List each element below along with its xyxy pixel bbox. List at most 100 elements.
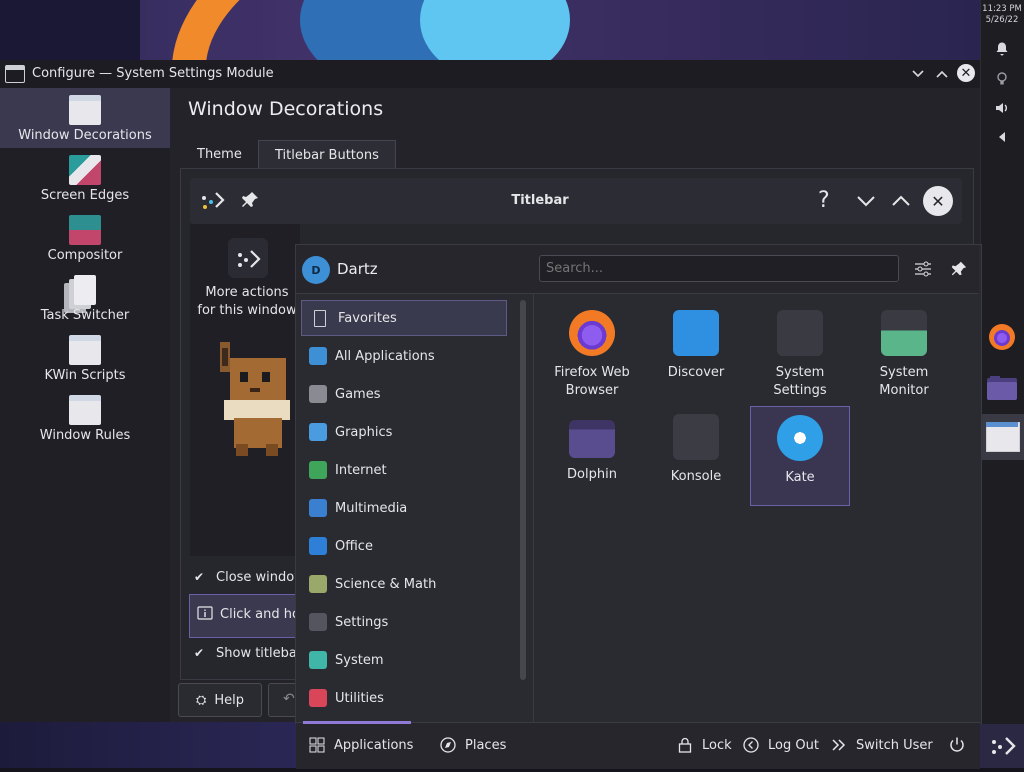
lightbulb-icon[interactable] bbox=[990, 67, 1014, 91]
sidebar-item-window-decorations[interactable]: Window Decorations bbox=[0, 88, 170, 148]
app-firefox-web-browser[interactable]: Firefox Web Browser bbox=[542, 302, 642, 402]
app-dolphin[interactable]: Dolphin bbox=[542, 406, 642, 506]
help-question-icon[interactable]: ? bbox=[818, 188, 842, 214]
preview-close-icon[interactable]: ✕ bbox=[923, 186, 953, 216]
category-internet[interactable]: Internet bbox=[301, 452, 507, 488]
logout-button[interactable]: Log Out bbox=[742, 732, 819, 758]
user-name: Dartz bbox=[337, 260, 378, 278]
more-actions-label: More actions for this window bbox=[197, 285, 297, 318]
lock-label: Lock bbox=[702, 737, 732, 753]
category-label: Office bbox=[335, 538, 373, 554]
system-monitor-icon bbox=[881, 310, 927, 356]
lock-button[interactable]: Lock bbox=[676, 732, 732, 758]
check-label: Close window bbox=[216, 569, 305, 585]
category-label: Utilities bbox=[335, 690, 384, 706]
category-label: Graphics bbox=[335, 424, 393, 440]
category-label: Science & Math bbox=[335, 576, 437, 592]
tab-places[interactable]: Places bbox=[439, 732, 506, 758]
app-label: System Monitor bbox=[879, 365, 929, 398]
desktop-wallpaper-bottom bbox=[0, 722, 300, 768]
sidebar-item-label: Screen Edges bbox=[40, 188, 130, 203]
app-system-monitor[interactable]: System Monitor bbox=[854, 302, 954, 402]
category-label: Games bbox=[335, 386, 381, 402]
sidebar-item-screen-edges[interactable]: Screen Edges bbox=[0, 148, 170, 208]
preview-maximize-icon[interactable] bbox=[890, 192, 912, 212]
kwin-scripts-icon bbox=[69, 335, 101, 365]
taskbar-system-settings[interactable] bbox=[980, 414, 1024, 460]
preview-minimize-icon[interactable] bbox=[855, 192, 877, 212]
clock[interactable]: 11:23 PM 5/26/22 bbox=[982, 4, 1022, 26]
power-icon bbox=[948, 736, 966, 754]
more-actions-icon[interactable] bbox=[228, 238, 268, 278]
tab-label: Applications bbox=[334, 737, 414, 753]
bell-icon[interactable] bbox=[990, 37, 1014, 61]
check-show-titlebar[interactable]: ✔ Show titlebar bbox=[194, 642, 302, 664]
tab-theme[interactable]: Theme bbox=[181, 140, 258, 168]
discover-icon bbox=[673, 310, 719, 356]
avatar[interactable]: D bbox=[302, 256, 330, 284]
category-favorites[interactable]: Favorites bbox=[301, 300, 507, 336]
sidebar-item-label: Window Rules bbox=[39, 428, 131, 443]
sidebar-item-label: Task Switcher bbox=[40, 308, 130, 323]
expand-tray-icon[interactable] bbox=[990, 125, 1014, 149]
app-system-settings[interactable]: System Settings bbox=[750, 302, 850, 402]
launcher-divider bbox=[533, 294, 534, 722]
help-button[interactable]: ⛭ Help bbox=[178, 683, 262, 717]
graphics-icon bbox=[309, 423, 327, 441]
folder-icon bbox=[569, 420, 615, 458]
grid-icon bbox=[309, 347, 327, 365]
maximize-button[interactable] bbox=[932, 64, 952, 84]
grid-icon bbox=[308, 736, 326, 754]
app-konsole[interactable]: Konsole bbox=[646, 406, 746, 506]
lock-icon bbox=[676, 736, 694, 754]
switch-user-icon bbox=[830, 736, 848, 754]
power-button[interactable] bbox=[948, 732, 974, 758]
category-graphics[interactable]: Graphics bbox=[301, 414, 507, 450]
category-multimedia[interactable]: Multimedia bbox=[301, 490, 507, 526]
taskbar-firefox-icon[interactable] bbox=[986, 321, 1018, 355]
switch-user-label: Switch User bbox=[856, 737, 933, 753]
firefox-icon bbox=[569, 310, 615, 356]
tab-titlebar-buttons[interactable]: Titlebar Buttons bbox=[258, 140, 396, 169]
category-settings[interactable]: Settings bbox=[301, 604, 507, 640]
category-system[interactable]: System bbox=[301, 642, 507, 678]
sidebar-item-compositor[interactable]: Compositor bbox=[0, 208, 170, 268]
tab-applications[interactable]: Applications bbox=[308, 732, 413, 758]
category-label: Settings bbox=[335, 614, 389, 630]
flask-icon bbox=[309, 575, 327, 593]
category-utilities[interactable]: Utilities bbox=[301, 680, 507, 716]
search-input[interactable] bbox=[539, 255, 899, 282]
window-rules-icon bbox=[69, 395, 101, 425]
category-games[interactable]: Games bbox=[301, 376, 507, 412]
taskbar-dolphin-icon[interactable] bbox=[984, 372, 1020, 406]
category-office[interactable]: Office bbox=[301, 528, 507, 564]
app-label: Firefox Web Browser bbox=[554, 365, 630, 398]
app-launcher-button[interactable] bbox=[980, 724, 1024, 768]
system-settings-icon bbox=[777, 310, 823, 356]
sidebar-item-task-switcher[interactable]: Task Switcher bbox=[0, 268, 170, 328]
minimize-button[interactable] bbox=[908, 64, 928, 84]
category-science-math[interactable]: Science & Math bbox=[301, 566, 507, 602]
desktop-wallpaper bbox=[0, 0, 980, 62]
category-label: Favorites bbox=[338, 310, 397, 326]
volume-icon[interactable] bbox=[990, 96, 1014, 120]
preview-menu-icon[interactable] bbox=[198, 188, 228, 214]
check-close-window[interactable]: ✔ Close window bbox=[194, 566, 305, 588]
app-discover[interactable]: Discover bbox=[646, 302, 746, 402]
category-scrollbar[interactable] bbox=[520, 300, 526, 680]
multimedia-icon bbox=[309, 499, 327, 517]
pin-icon[interactable] bbox=[240, 190, 260, 210]
sidebar-item-window-rules[interactable]: Window Rules bbox=[0, 388, 170, 448]
configure-icon[interactable] bbox=[912, 258, 934, 280]
close-button[interactable]: ✕ bbox=[957, 64, 975, 82]
app-kate[interactable]: Kate bbox=[750, 406, 850, 506]
category-all-applications[interactable]: All Applications bbox=[301, 338, 507, 374]
pin-launcher-icon[interactable] bbox=[948, 258, 970, 280]
category-label: Internet bbox=[335, 462, 387, 478]
sidebar-item-label: Window Decorations bbox=[18, 128, 152, 143]
sidebar-item-kwin-scripts[interactable]: KWin Scripts bbox=[0, 328, 170, 388]
tab-label: Places bbox=[465, 737, 507, 753]
sidebar-item-label: KWin Scripts bbox=[44, 368, 126, 383]
app-label: Konsole bbox=[670, 469, 722, 484]
switch-user-button[interactable]: Switch User bbox=[830, 732, 933, 758]
